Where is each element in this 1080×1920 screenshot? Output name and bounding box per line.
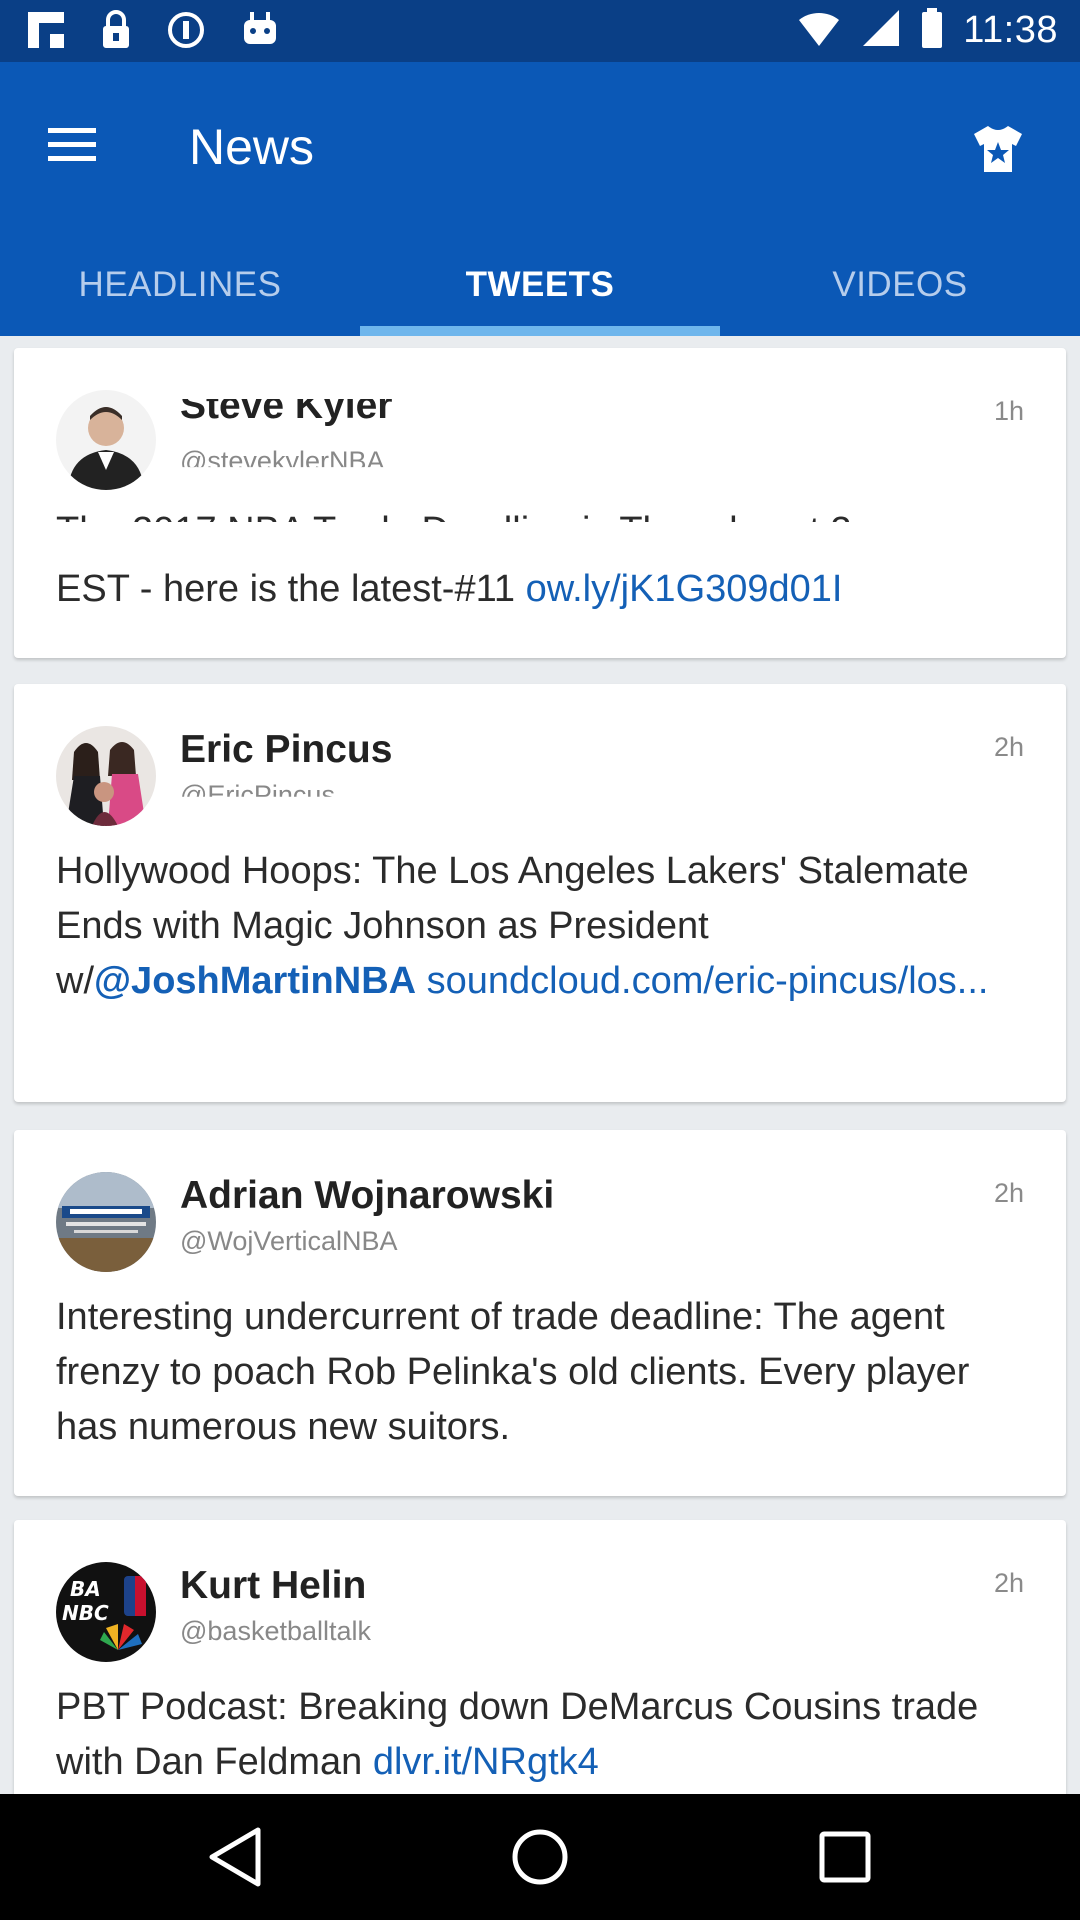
status-time: 11:38 [963, 9, 1058, 51]
android-robot-icon [240, 10, 280, 50]
tweet-link[interactable]: ow.ly/jK1G309d01I [526, 568, 843, 610]
tab-bar: HEADLINES TWEETS VIDEOS [0, 250, 1080, 336]
data-saver-icon [166, 10, 206, 50]
tweet-time: 2h [993, 1568, 1024, 1598]
page-title: News [189, 119, 315, 175]
author-name: Eric Pincus [180, 728, 393, 771]
author-handle: @basketballtalk [180, 1616, 372, 1646]
avatar[interactable] [56, 1172, 156, 1272]
flipboard-icon [26, 10, 66, 50]
tweet-text: Interesting undercurrent of trade deadli… [56, 1296, 970, 1448]
home-icon[interactable] [505, 1822, 575, 1892]
tab-tweets[interactable]: TWEETS [360, 250, 720, 336]
status-right-icons: 11:38 [797, 8, 1058, 53]
tweet-time: 2h [993, 732, 1024, 762]
back-icon[interactable] [202, 1822, 272, 1892]
avatar[interactable]: BA NBC [56, 1562, 156, 1662]
hamburger-menu-icon[interactable] [46, 118, 98, 170]
active-tab-indicator [360, 326, 720, 336]
tweet-card[interactable]: Adrian Wojnarowski @WojVerticalNBA 2h In… [14, 1130, 1066, 1496]
jersey-star-icon[interactable] [958, 104, 1038, 194]
tweet-mention[interactable]: @JoshMartinNBA [94, 960, 416, 1002]
tweet-link[interactable]: dlvr.it/NRgtk4 [373, 1741, 599, 1783]
author-name: Adrian Wojnarowski [180, 1174, 555, 1217]
wifi-icon [797, 8, 841, 53]
svg-text:BA: BA [70, 1577, 101, 1601]
status-bar: 11:38 [0, 0, 1080, 62]
tweet-link[interactable]: soundcloud.com/eric-pincus/los... [427, 960, 989, 1002]
tweet-text: EST - here is the latest-#11 ow.ly/jK1G3… [56, 562, 1028, 617]
recents-icon[interactable] [810, 1822, 880, 1892]
status-left-icons [26, 10, 280, 50]
app-bar: News HEADLINES TWEETS VIDEOS [0, 62, 1080, 336]
avatar[interactable] [56, 726, 156, 826]
tab-videos[interactable]: VIDEOS [720, 250, 1080, 336]
tweet-text: PBT Podcast: Breaking down DeMarcus Cous… [56, 1680, 1028, 1790]
battery-icon [921, 8, 943, 53]
tweet-text: Hollywood Hoops: The Los Angeles Lakers'… [56, 844, 1028, 1009]
author-name: Kurt Helin [180, 1564, 367, 1607]
author-handle: @stevekylerNBA [180, 446, 385, 476]
tweet-card[interactable]: BA NBC Kurt Helin @basketballtalk 2h PBT… [14, 1520, 1066, 1794]
author-handle: @EricPincus [180, 780, 335, 810]
author-handle: @WojVerticalNBA [180, 1226, 398, 1256]
tweet-card[interactable]: Steve Kyler @stevekylerNBA 1h The 2017 N… [14, 348, 1066, 658]
tweet-time: 1h [993, 396, 1024, 426]
tweet-text-partial: The 2017 NBA Trade Deadline is Thursday … [56, 504, 1028, 522]
tab-headlines[interactable]: HEADLINES [0, 250, 360, 336]
lock-icon [100, 10, 132, 50]
avatar[interactable] [56, 390, 156, 490]
system-nav-bar [0, 1794, 1080, 1920]
svg-text:NBC: NBC [62, 1601, 109, 1625]
signal-icon [861, 8, 901, 53]
author-name: Steve Kyler [180, 384, 393, 427]
tweet-card[interactable]: Eric Pincus @EricPincus 2h Hollywood Hoo… [14, 684, 1066, 1102]
tweet-time: 2h [993, 1178, 1024, 1208]
tweet-body: EST - here is the latest-#11 [56, 568, 526, 610]
tweet-feed[interactable]: Steve Kyler @stevekylerNBA 1h The 2017 N… [0, 336, 1080, 1794]
